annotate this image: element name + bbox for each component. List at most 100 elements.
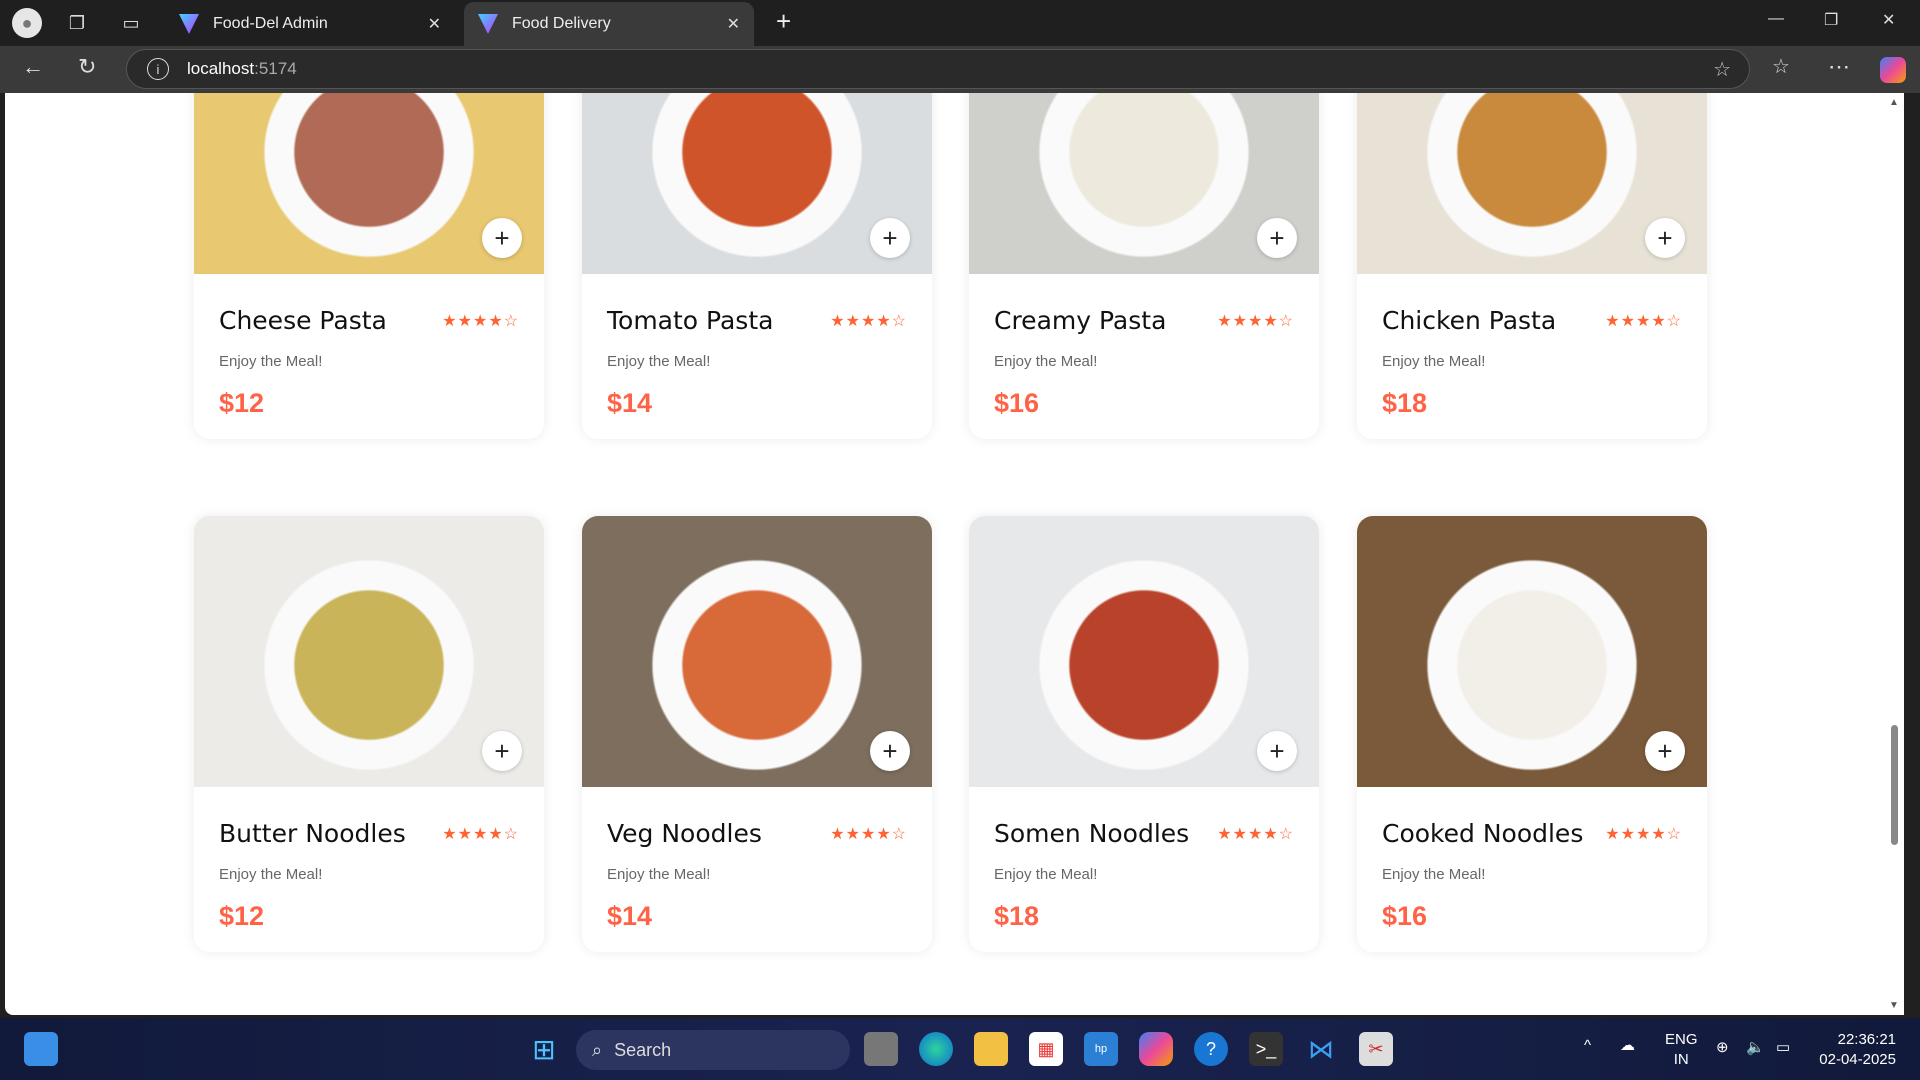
food-name: Chicken Pasta [1382,306,1557,335]
food-description: Enjoy the Meal! [219,866,323,883]
minimize-button[interactable]: — [1768,10,1784,28]
add-to-cart-button[interactable]: + [1645,218,1685,258]
terminal-icon[interactable]: >_ [1249,1032,1283,1066]
help-icon[interactable]: ? [1194,1032,1228,1066]
food-item-card: + Veg Noodles ★★★★☆ Enjoy the Meal! $14 [582,516,932,952]
food-image: + [1357,516,1707,787]
tab-food-delivery[interactable]: Food Delivery ✕ [464,2,754,46]
scrollbar-thumb[interactable] [1891,725,1898,845]
scroll-up-icon[interactable]: ▲ [1889,97,1899,108]
task-view-icon[interactable] [864,1032,898,1066]
address-bar-row: ← ↻ i localhost:5174 ☆ ☆ ⋯ [0,46,1920,93]
rating-stars-icon: ★★★★☆ [830,312,907,330]
food-image: + [194,93,544,274]
vite-favicon-icon [478,14,498,34]
widgets-icon[interactable] [24,1032,58,1066]
start-windows-icon[interactable]: ⊞ [527,1032,561,1066]
food-item-card: + Chicken Pasta ★★★★☆ Enjoy the Meal! $1… [1357,93,1707,439]
copilot-taskbar-icon[interactable] [1139,1032,1173,1066]
add-to-cart-button[interactable]: + [1257,731,1297,771]
clock[interactable]: 22:36:21 02-04-2025 [1816,1030,1896,1070]
food-image: + [1357,93,1707,274]
food-description: Enjoy the Meal! [219,353,323,370]
search-icon: ⌕ [592,1039,603,1060]
food-name: Tomato Pasta [607,306,774,335]
onedrive-icon[interactable]: ☁ [1620,1036,1635,1056]
vite-favicon-icon [179,14,199,34]
url-host: localhost [187,59,255,78]
close-window-button[interactable]: ✕ [1882,10,1895,30]
language-indicator[interactable]: ENG IN [1665,1030,1698,1070]
food-description: Enjoy the Meal! [607,353,711,370]
lang: ENG [1665,1031,1698,1048]
myhp-icon[interactable]: hp [1084,1032,1118,1066]
food-name: Creamy Pasta [994,306,1167,335]
food-image: + [582,516,932,787]
close-tab-icon[interactable]: ✕ [727,14,740,34]
rating-stars-icon: ★★★★☆ [1605,825,1682,843]
tab-food-del-admin[interactable]: Food-Del Admin ✕ [165,2,455,46]
new-tab-button[interactable]: + [776,6,791,37]
scroll-down-icon[interactable]: ▼ [1889,1000,1899,1011]
food-item-card: + Creamy Pasta ★★★★☆ Enjoy the Meal! $16 [969,93,1319,439]
url-field[interactable]: i localhost:5174 ☆ [126,49,1750,89]
food-description: Enjoy the Meal! [1382,866,1486,883]
add-to-cart-button[interactable]: + [482,731,522,771]
food-price: $14 [607,388,653,418]
food-image: + [582,93,932,274]
close-tab-icon[interactable]: ✕ [428,14,441,34]
tab-label: Food-Del Admin [213,15,328,32]
food-image: + [969,516,1319,787]
rating-stars-icon: ★★★★☆ [442,312,519,330]
vertical-tabs-icon[interactable]: ▭ [116,8,146,38]
food-price: $12 [219,901,265,931]
snipping-tool-icon[interactable]: ✂ [1359,1032,1393,1066]
food-item-card: + Cheese Pasta ★★★★☆ Enjoy the Meal! $12 [194,93,544,439]
tab-label: Food Delivery [512,15,611,32]
store-icon[interactable]: ▦ [1029,1032,1063,1066]
add-to-cart-button[interactable]: + [1257,218,1297,258]
add-to-cart-button[interactable]: + [870,218,910,258]
add-to-cart-button[interactable]: + [1645,731,1685,771]
show-hidden-icons[interactable]: ^ [1584,1036,1591,1056]
favorites-icon[interactable]: ☆ [1772,54,1790,79]
food-image: + [194,516,544,787]
taskbar-search[interactable]: ⌕ Search [576,1030,850,1070]
time: 22:36:21 [1837,1031,1896,1048]
page-scrollbar[interactable]: ▲ ▼ [1884,93,1904,1015]
more-menu-icon[interactable]: ⋯ [1828,54,1850,80]
food-price: $18 [994,901,1040,931]
refresh-icon[interactable]: ↻ [78,54,96,80]
file-explorer-icon[interactable] [974,1032,1008,1066]
back-icon[interactable]: ← [22,54,44,80]
date: 02-04-2025 [1819,1051,1896,1068]
network-icon[interactable]: ⊕ [1716,1038,1729,1058]
favorite-star-icon[interactable]: ☆ [1713,57,1731,82]
add-to-cart-button[interactable]: + [870,731,910,771]
food-name: Butter Noodles [219,819,406,848]
volume-icon[interactable]: 🔈 [1746,1038,1765,1058]
food-name: Somen Noodles [994,819,1190,848]
rating-stars-icon: ★★★★☆ [1217,825,1294,843]
food-price: $14 [607,901,653,931]
battery-icon[interactable]: ▭ [1776,1038,1790,1058]
food-description: Enjoy the Meal! [994,353,1098,370]
food-item-card: + Somen Noodles ★★★★☆ Enjoy the Meal! $1… [969,516,1319,952]
restore-button[interactable]: ❐ [1824,10,1838,30]
food-price: $12 [219,388,265,418]
add-to-cart-button[interactable]: + [482,218,522,258]
food-description: Enjoy the Meal! [994,866,1098,883]
edge-icon[interactable] [919,1032,953,1066]
rating-stars-icon: ★★★★☆ [830,825,907,843]
rating-stars-icon: ★★★★☆ [1605,312,1682,330]
workspaces-icon[interactable]: ❐ [62,8,92,38]
food-item-card: + Butter Noodles ★★★★☆ Enjoy the Meal! $… [194,516,544,952]
food-description: Enjoy the Meal! [607,866,711,883]
profile-avatar-icon[interactable]: ● [12,8,42,38]
vscode-icon[interactable]: ⋈ [1304,1032,1338,1066]
food-item-card: + Tomato Pasta ★★★★☆ Enjoy the Meal! $14 [582,93,932,439]
food-item-card: + Cooked Noodles ★★★★☆ Enjoy the Meal! $… [1357,516,1707,952]
copilot-icon[interactable] [1880,57,1906,83]
food-price: $18 [1382,388,1428,418]
site-info-icon[interactable]: i [147,58,169,80]
